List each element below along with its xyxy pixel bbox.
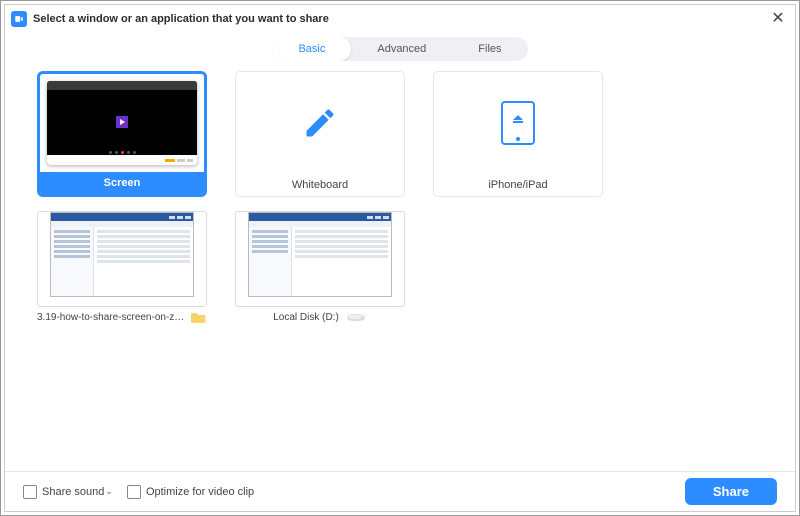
tab-files[interactable]: Files xyxy=(452,37,527,61)
share-option-iphone-ipad[interactable]: iPhone/iPad xyxy=(433,71,603,197)
share-options-grid: Screen Whiteboard iPhone/iPad xyxy=(5,71,795,337)
window-thumbnail xyxy=(235,211,405,307)
share-option-label: iPhone/iPad xyxy=(434,174,602,196)
window-label: 3.19-how-to-share-screen-on-zo... xyxy=(37,312,185,323)
share-sound-option[interactable]: Share sound ⌄ xyxy=(23,485,113,499)
screen-thumbnail xyxy=(40,74,204,172)
tab-advanced[interactable]: Advanced xyxy=(351,37,452,61)
checkbox-icon[interactable] xyxy=(23,485,37,499)
pencil-icon xyxy=(302,105,338,141)
whiteboard-thumbnail xyxy=(236,72,404,174)
optimize-video-option[interactable]: Optimize for video clip xyxy=(127,485,254,499)
share-option-screen[interactable]: Screen xyxy=(37,71,207,197)
zoom-logo-icon xyxy=(11,11,27,27)
titlebar: Select a window or an application that y… xyxy=(5,5,795,33)
disk-drive-icon xyxy=(345,311,367,323)
chevron-down-icon[interactable]: ⌄ xyxy=(105,486,113,497)
share-button[interactable]: Share xyxy=(685,478,777,505)
close-button[interactable]: ✕ xyxy=(769,11,787,29)
iphone-ipad-thumbnail xyxy=(434,72,602,174)
tabs: Basic Advanced Files xyxy=(272,37,527,61)
tabs-row: Basic Advanced Files xyxy=(5,33,795,71)
share-sound-label: Share sound xyxy=(42,486,104,498)
share-option-window[interactable]: Local Disk (D:) xyxy=(235,211,405,337)
share-option-window[interactable]: 3.19-how-to-share-screen-on-zo... xyxy=(37,211,207,337)
optimize-label: Optimize for video clip xyxy=(146,486,254,498)
tab-basic[interactable]: Basic xyxy=(272,37,351,61)
share-option-label: Screen xyxy=(40,172,204,194)
window-thumbnail xyxy=(37,211,207,307)
airplay-tablet-icon xyxy=(488,93,548,153)
share-option-label: Whiteboard xyxy=(236,174,404,196)
bottom-bar: Share sound ⌄ Optimize for video clip Sh… xyxy=(5,471,795,511)
play-icon xyxy=(116,116,128,128)
share-dialog: Select a window or an application that y… xyxy=(4,4,796,512)
dialog-title: Select a window or an application that y… xyxy=(33,13,329,25)
share-option-whiteboard[interactable]: Whiteboard xyxy=(235,71,405,197)
checkbox-icon[interactable] xyxy=(127,485,141,499)
window-label: Local Disk (D:) xyxy=(273,312,339,323)
folder-icon xyxy=(191,311,207,323)
